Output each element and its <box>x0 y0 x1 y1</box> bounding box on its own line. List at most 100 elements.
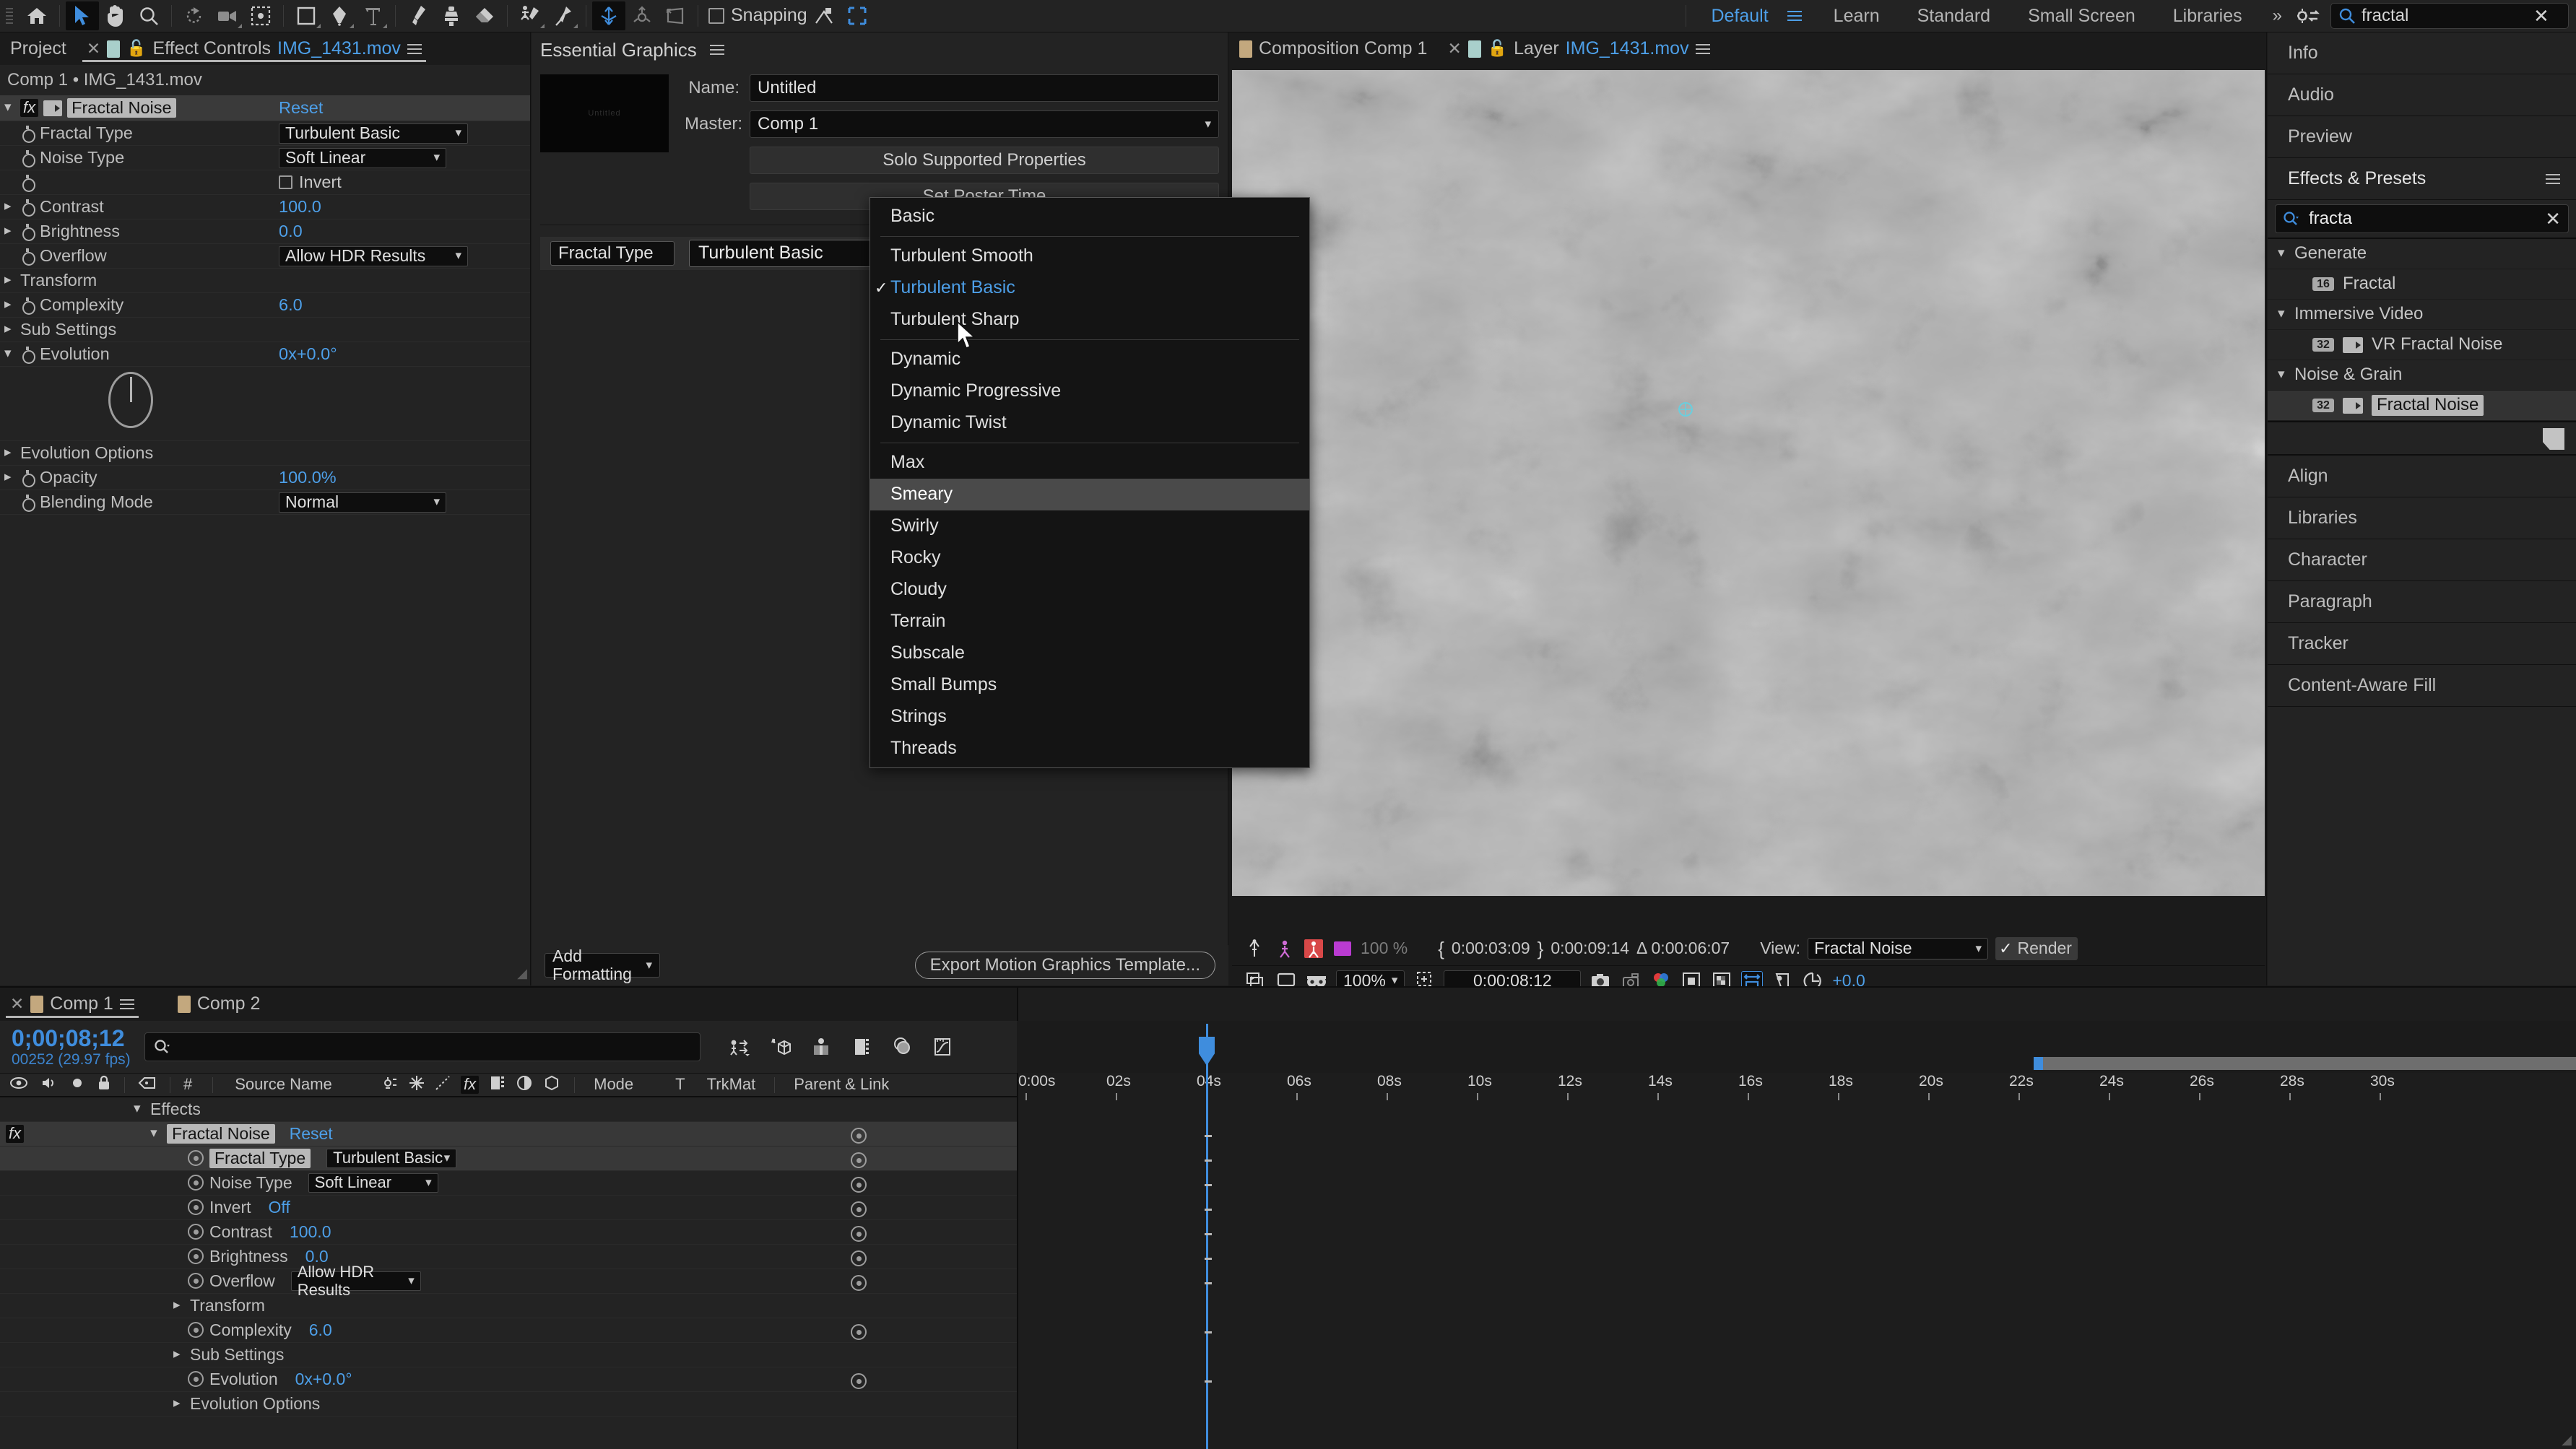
row-value[interactable]: 100.0 <box>290 1222 331 1241</box>
menu-item-turbulent-sharp[interactable]: Turbulent Sharp <box>870 304 1309 336</box>
fx-switch-icon[interactable]: fx <box>461 1076 480 1094</box>
close-icon[interactable]: ✕ <box>87 39 100 58</box>
workspace-standard[interactable]: Standard <box>1899 0 2009 32</box>
poster-thumbnail[interactable]: Untitled <box>540 74 669 152</box>
duration-value[interactable]: Δ 0:00:06:07 <box>1636 939 1730 958</box>
view-select[interactable]: Fractal Noise ▾ <box>1808 938 1989 960</box>
effect-name[interactable]: Fractal Noise <box>67 97 176 118</box>
hand-tool[interactable] <box>99 1 132 30</box>
clear-search-icon[interactable]: ✕ <box>2533 6 2549 27</box>
stopwatch-icon[interactable] <box>188 1371 204 1388</box>
eraser-tool[interactable] <box>468 1 501 30</box>
solo-icon[interactable] <box>71 1076 84 1093</box>
effect-item-vr-fractal-noise[interactable]: 32 VR Fractal Noise <box>2268 330 2576 360</box>
home-icon[interactable] <box>20 1 53 30</box>
twirl-right-icon[interactable]: ▸ <box>4 321 15 337</box>
twirl-down-icon[interactable]: ▾ <box>4 100 15 116</box>
stopwatch-icon[interactable] <box>851 1226 867 1242</box>
stopwatch-icon[interactable] <box>20 248 35 266</box>
sidebar-panel-content-aware-fill[interactable]: Content-Aware Fill <box>2268 665 2576 707</box>
solo-supported-properties-button[interactable]: Solo Supported Properties <box>750 147 1219 174</box>
video-visibility-icon[interactable] <box>10 1076 27 1093</box>
fx-icon[interactable]: fx <box>20 99 39 117</box>
twirl-down-icon[interactable]: ▾ <box>150 1126 161 1141</box>
noise-type-select[interactable]: Soft Linear ▾ <box>279 147 446 168</box>
property-row-complexity[interactable]: ▸ Complexity 6.0 <box>0 293 530 318</box>
toggle-transparency-grid-icon[interactable] <box>1245 939 1267 959</box>
stopwatch-icon[interactable] <box>188 1150 204 1167</box>
property-chip[interactable]: Fractal Type <box>550 241 675 266</box>
audio-icon[interactable] <box>40 1076 58 1094</box>
stopwatch-icon[interactable] <box>20 149 35 167</box>
snapping-checkbox[interactable] <box>708 8 724 24</box>
stopwatch-icon[interactable] <box>188 1175 204 1191</box>
menu-item-turbulent-smooth[interactable]: Turbulent Smooth <box>870 240 1309 272</box>
twirl-down-icon[interactable]: ▾ <box>4 346 15 362</box>
stopwatch-icon[interactable] <box>20 223 35 241</box>
effects-search-input[interactable] <box>2309 209 2538 229</box>
column-mode[interactable]: Mode <box>585 1076 633 1093</box>
workspace-default[interactable]: Default <box>1692 0 1787 32</box>
keyframe-marker[interactable] <box>1205 1232 1212 1235</box>
workspace-overflow-icon[interactable]: » <box>2261 6 2291 25</box>
tab-effect-controls[interactable]: ✕ 🔓 Effect Controls IMG_1431.mov <box>77 32 432 65</box>
property-row-evolution[interactable]: ▾ Evolution 0x+0.0° <box>0 342 530 367</box>
menu-item-dynamic[interactable]: Dynamic <box>870 344 1309 375</box>
complexity-value[interactable]: 6.0 <box>279 295 303 315</box>
invert-checkbox[interactable] <box>279 175 292 189</box>
scrollbar-left-handle[interactable] <box>2034 1057 2043 1070</box>
frame-blend-switch-icon[interactable] <box>489 1075 506 1095</box>
menu-item-max[interactable]: Max <box>870 447 1309 479</box>
property-row-brightness[interactable]: ▸ Brightness 0.0 <box>0 219 530 244</box>
stopwatch-icon[interactable] <box>851 1250 867 1266</box>
blending-mode-select[interactable]: Normal ▾ <box>279 492 446 513</box>
workspace-learn[interactable]: Learn <box>1815 0 1899 32</box>
fractal-type-select[interactable]: Turbulent Basic ▾ <box>279 123 468 144</box>
property-row-transform[interactable]: ▸ Transform <box>0 269 530 293</box>
sidebar-panel-info[interactable]: Info <box>2268 32 2576 74</box>
effects-switch-icon[interactable] <box>409 1075 425 1095</box>
property-row-opacity[interactable]: ▸ Opacity 100.0% <box>0 466 530 490</box>
menu-item-strings[interactable]: Strings <box>870 701 1309 733</box>
snap-to-edges-icon[interactable] <box>841 1 874 30</box>
row-value[interactable]: 0x+0.0° <box>295 1370 352 1388</box>
stopwatch-icon[interactable] <box>20 174 35 192</box>
brightness-value[interactable]: 0.0 <box>279 222 303 241</box>
workspace-libraries[interactable]: Libraries <box>2154 0 2261 32</box>
stopwatch-icon[interactable] <box>20 346 35 364</box>
brush-tool[interactable] <box>402 1 435 30</box>
sidebar-panel-audio[interactable]: Audio <box>2268 74 2576 116</box>
stopwatch-icon[interactable] <box>188 1224 204 1240</box>
stopwatch-icon[interactable] <box>851 1201 867 1217</box>
timeline-scrollbar[interactable] <box>2034 1057 2576 1070</box>
menu-item-cloudy[interactable]: Cloudy <box>870 574 1309 606</box>
twirl-right-icon[interactable]: ▸ <box>4 199 15 214</box>
stopwatch-icon[interactable] <box>188 1273 204 1289</box>
twirl-down-icon[interactable]: ▾ <box>2278 245 2289 261</box>
property-row-evolution-options[interactable]: ▸ Evolution Options <box>0 441 530 466</box>
keyframe-marker[interactable] <box>1205 1183 1212 1186</box>
selection-tool[interactable] <box>66 1 99 30</box>
row-label[interactable]: Fractal Type <box>209 1148 311 1169</box>
pen-tool[interactable] <box>323 1 356 30</box>
effects-category-generate[interactable]: ▾ Generate <box>2268 239 2576 269</box>
menu-item-terrain[interactable]: Terrain <box>870 606 1309 638</box>
evolution-angle-dial[interactable] <box>108 372 153 428</box>
enable-frame-blending-icon[interactable] <box>770 1037 792 1057</box>
render-checkbox[interactable]: ✓ Render <box>1995 937 2078 960</box>
tab-layer[interactable]: ✕ 🔓 Layer IMG_1431.mov <box>1437 32 1719 65</box>
lock-icon[interactable]: 🔓 <box>1488 40 1507 57</box>
stopwatch-icon[interactable] <box>188 1248 204 1265</box>
keyframe-marker[interactable] <box>1205 1134 1212 1137</box>
new-animation-preset-icon[interactable] <box>2543 428 2564 450</box>
tab-composition-comp-1[interactable]: Composition Comp 1 <box>1229 32 1437 65</box>
evolution-value[interactable]: 0x+0.0° <box>279 344 337 364</box>
menu-item-smeary[interactable]: Smeary <box>870 479 1309 510</box>
panel-menu-icon[interactable] <box>407 43 422 54</box>
sidebar-panel-preview[interactable]: Preview <box>2268 116 2576 158</box>
twirl-right-icon[interactable]: ▸ <box>4 223 15 239</box>
tab-comp-2[interactable]: Comp 2 <box>168 988 271 1021</box>
menu-item-dynamic-twist[interactable]: Dynamic Twist <box>870 407 1309 439</box>
toolbar-drag-handle[interactable] <box>0 0 20 32</box>
help-search-input[interactable] <box>2362 6 2528 26</box>
